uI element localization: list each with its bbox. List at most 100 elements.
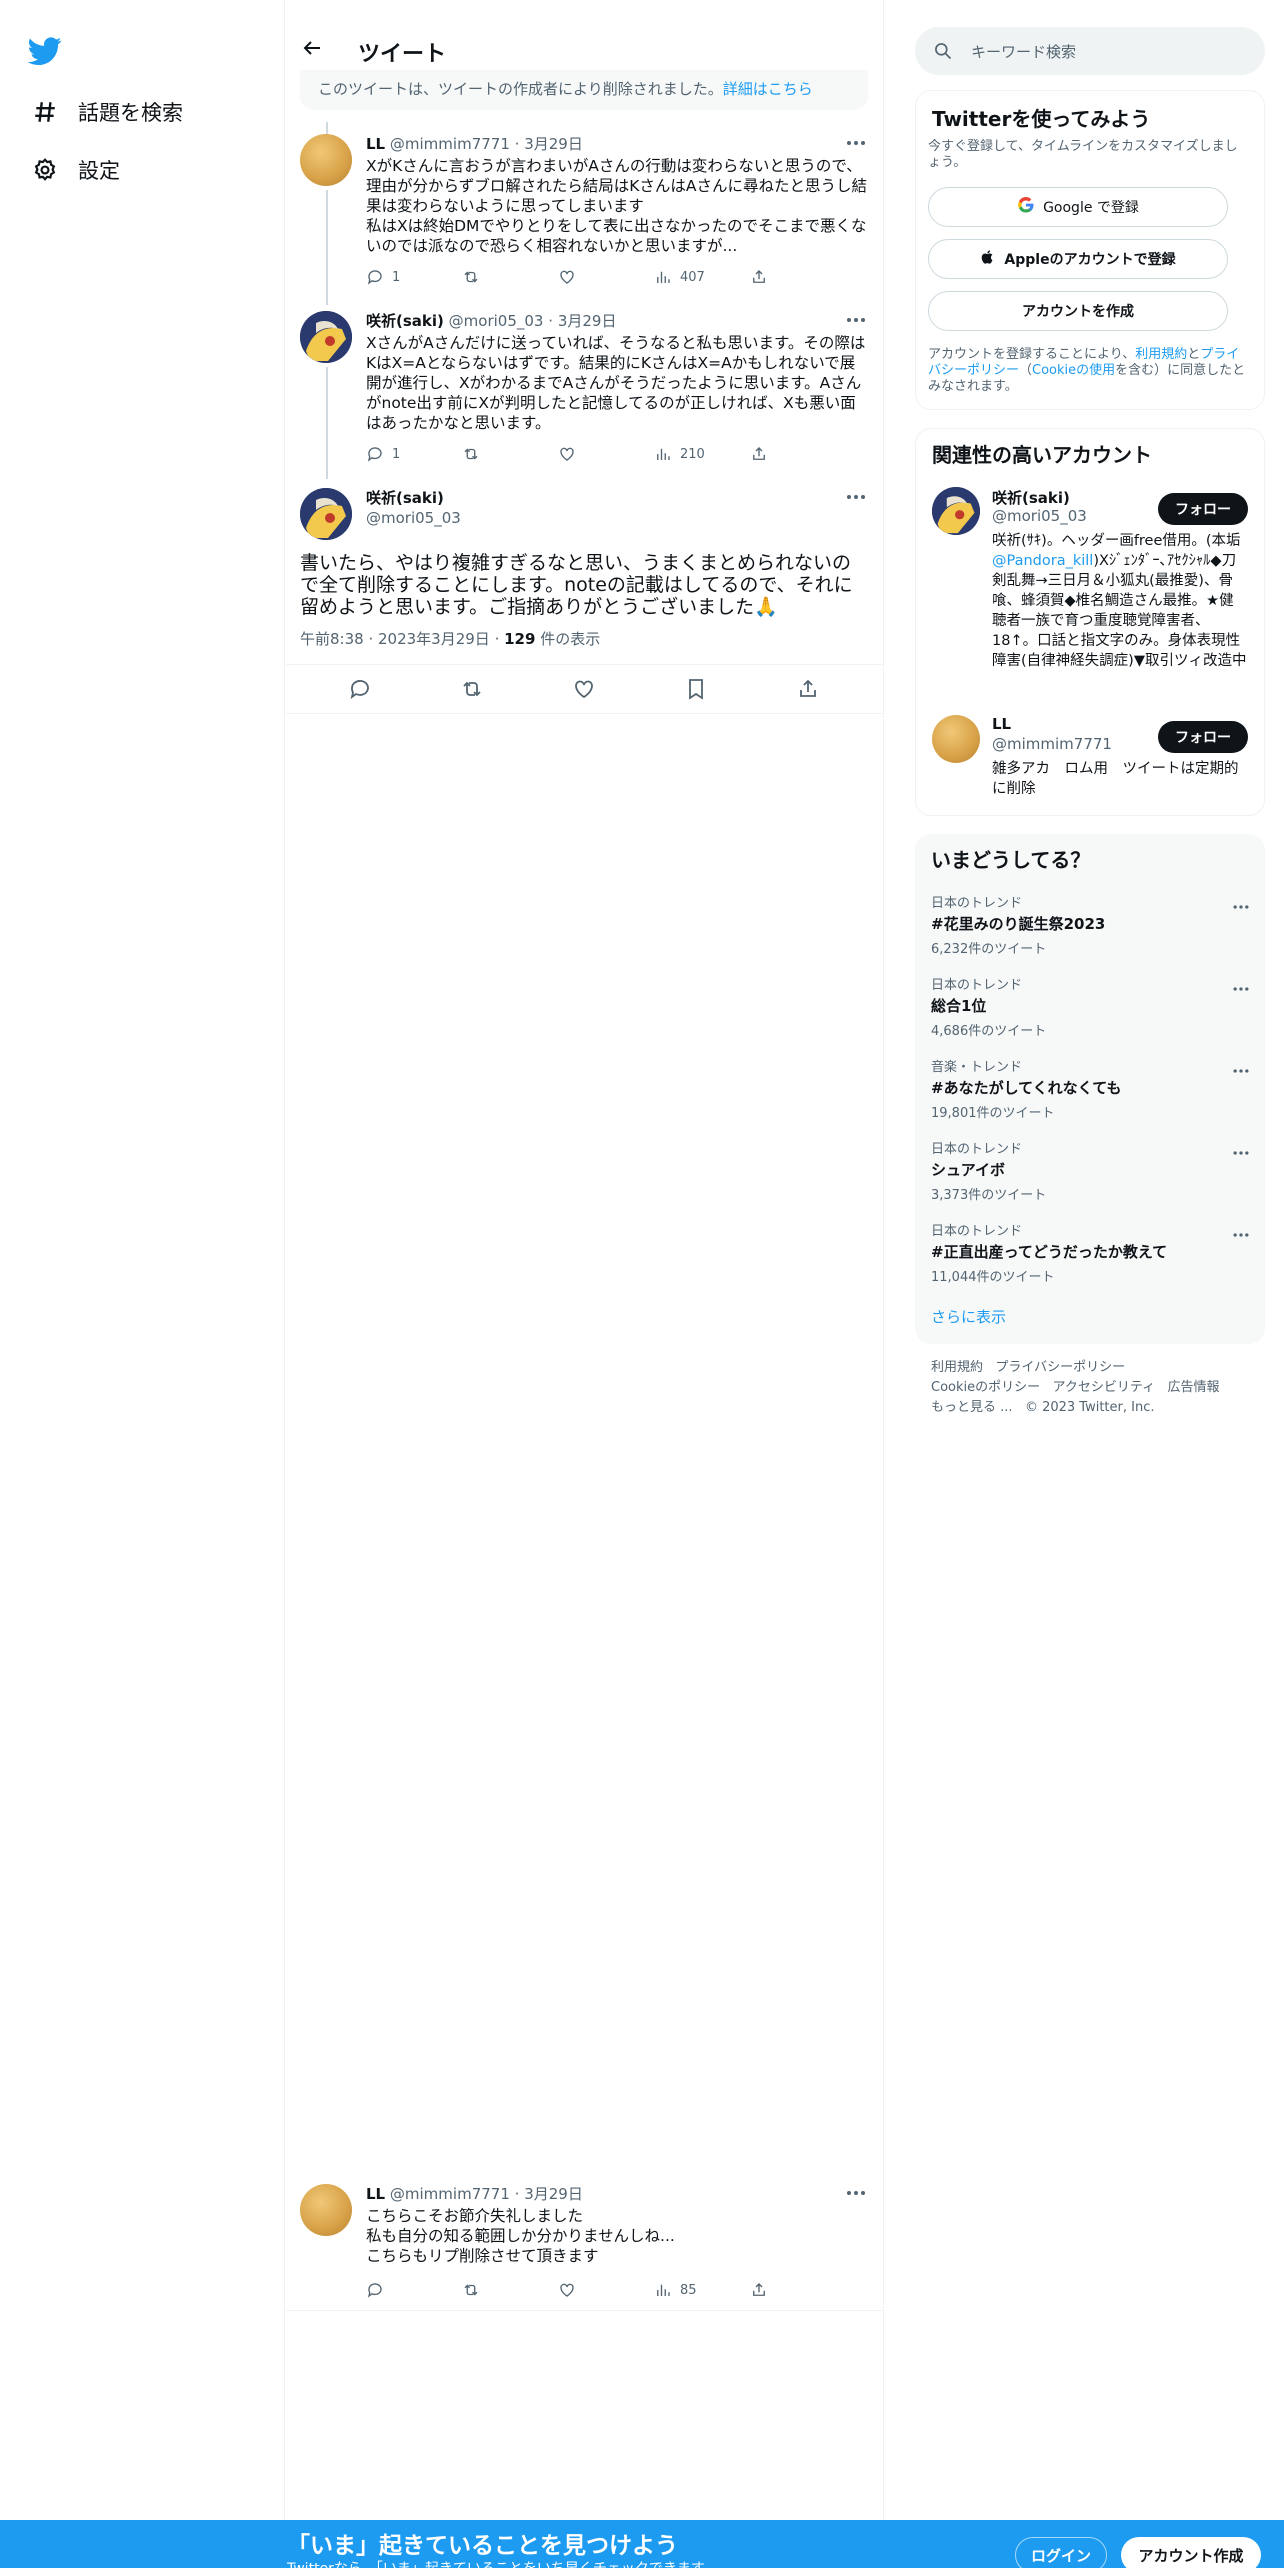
show-more-link[interactable]: さらに表示 [931, 1306, 1006, 1327]
views-button[interactable]: 210 [654, 442, 705, 466]
reply-button[interactable]: 1 [366, 442, 400, 466]
author-handle[interactable]: @mori05_03 [366, 508, 870, 528]
search-box[interactable]: キーワード検索 [915, 27, 1265, 75]
account-name[interactable]: LL [992, 715, 1011, 733]
author-name[interactable]: 咲祈(saki) [366, 312, 444, 330]
share-button[interactable] [750, 2278, 768, 2302]
cookie-link[interactable]: Cookieの使用 [1032, 363, 1115, 378]
author-handle[interactable]: @mimmim7771 [390, 2185, 510, 2203]
author-name[interactable]: LL [366, 2185, 385, 2203]
footer-privacy-link[interactable]: プライバシーポリシー [995, 1360, 1125, 1375]
more-icon[interactable] [1231, 1226, 1251, 1238]
share-icon[interactable] [796, 677, 822, 703]
footer-terms-link[interactable]: 利用規約 [931, 1360, 983, 1375]
learn-more-link[interactable]: 詳細はこちら [723, 80, 813, 98]
views-button[interactable]: 407 [654, 265, 705, 289]
bookmark-icon[interactable] [684, 677, 710, 703]
related-title: 関連性の高いアカウント [932, 443, 1152, 467]
thread-tweet[interactable]: LL @mimmim7771 · 3月29日 XがKさんに言おうが言わまいがAさ… [300, 134, 870, 294]
avatar[interactable] [932, 487, 980, 535]
share-icon [753, 270, 765, 283]
avatar[interactable] [932, 715, 980, 763]
reply-count: 1 [392, 446, 401, 462]
trend-item[interactable]: 日本のトレンド #花里みのり誕生祭2023 6,232件のツイート [931, 892, 1251, 957]
follow-button[interactable]: フォロー [1158, 493, 1248, 525]
like-button[interactable] [558, 2278, 576, 2302]
footer-ads-link[interactable]: 広告情報 [1168, 1380, 1220, 1395]
retweet-button[interactable] [462, 2278, 480, 2302]
google-signup-button[interactable]: Google で登録 [928, 187, 1228, 227]
author-handle[interactable]: @mori05_03 [449, 312, 544, 330]
author-name[interactable]: 咲祈(saki) [366, 488, 870, 508]
share-button[interactable] [750, 442, 768, 466]
create-account-button[interactable]: アカウントを作成 [928, 291, 1228, 331]
avatar[interactable] [300, 134, 352, 186]
author-handle[interactable]: @mimmim7771 [390, 135, 510, 153]
analytics-icon [657, 271, 670, 283]
footer-links: 利用規約 プライバシーポリシー Cookieのポリシー アクセシビリティ 広告情… [931, 1358, 1220, 1418]
nav-explore[interactable]: 話題を検索 [30, 90, 183, 134]
apple-signup-button[interactable]: Appleのアカウントで登録 [928, 239, 1228, 279]
views-count: 407 [680, 269, 705, 285]
more-icon[interactable] [1231, 980, 1251, 992]
retweet-icon[interactable] [460, 677, 486, 703]
like-button[interactable] [558, 265, 576, 289]
signup-button[interactable]: アカウント作成 [1121, 2537, 1261, 2568]
author-name[interactable]: LL [366, 135, 385, 153]
avatar[interactable] [300, 488, 352, 540]
reply-button[interactable]: 1 [366, 265, 400, 289]
tweet-date[interactable]: 3月29日 [558, 312, 617, 330]
account-name[interactable]: 咲祈(saki) [992, 487, 1070, 508]
avatar[interactable] [300, 311, 352, 363]
more-icon[interactable] [844, 311, 870, 331]
views-count: 129 [504, 630, 536, 648]
footer-accessibility-link[interactable]: アクセシビリティ [1053, 1380, 1156, 1395]
share-button[interactable] [750, 265, 768, 289]
terms-link[interactable]: 利用規約 [1135, 347, 1187, 362]
main-tweet-actions [286, 664, 884, 714]
more-icon[interactable] [844, 488, 870, 508]
account-handle[interactable]: @mimmim7771 [992, 735, 1112, 753]
tweet-time[interactable]: 午前8:38 [300, 630, 364, 648]
legal-and: と [1187, 347, 1201, 362]
trend-item[interactable]: 日本のトレンド 総合1位 4,686件のツイート [931, 974, 1251, 1039]
more-icon[interactable] [1231, 898, 1251, 910]
tweet-date[interactable]: 3月29日 [524, 135, 583, 153]
avatar[interactable] [300, 2184, 352, 2236]
nav-settings[interactable]: 設定 [30, 148, 120, 192]
tweet-text: XがKさんに言おうが言わまいがAさんの行動は変わらないと思うので、理由が分からず… [366, 157, 867, 255]
follow-button[interactable]: フォロー [1158, 721, 1248, 753]
reply-icon[interactable] [348, 677, 374, 703]
more-icon[interactable] [844, 2184, 870, 2204]
login-button[interactable]: ログイン [1015, 2537, 1107, 2568]
account-handle[interactable]: @mori05_03 [992, 507, 1087, 525]
back-arrow-icon[interactable] [300, 36, 326, 62]
views-button[interactable]: 85 [654, 2278, 697, 2302]
more-icon[interactable] [1231, 1144, 1251, 1156]
footer-cookie-link[interactable]: Cookieのポリシー [931, 1380, 1040, 1395]
search-input[interactable]: キーワード検索 [971, 41, 1076, 62]
trend-count: 3,373件のツイート [931, 1188, 1047, 1203]
footer-more-link[interactable]: もっと見る ... [931, 1400, 1013, 1415]
reply-tweet[interactable]: LL @mimmim7771 · 3月29日 こちらこそお節介失礼しました 私も… [300, 2184, 870, 2314]
like-button[interactable] [558, 442, 576, 466]
trend-item[interactable]: 日本のトレンド シュアイボ 3,373件のツイート [931, 1138, 1251, 1203]
bottom-bar-subtitle: Twitterなら、「いま」起きていることをいち早くチェックできます。 [287, 2558, 718, 2568]
twitter-logo-icon[interactable] [27, 34, 62, 68]
tweet-body: LL @mimmim7771 · 3月29日 こちらこそお節介失礼しました 私も… [366, 2184, 870, 2266]
bottom-bar-title: 「いま」起きていることを見つけよう [287, 2533, 678, 2559]
tweet-meta: 午前8:38 · 2023年3月29日 · 129 件の表示 [300, 630, 601, 648]
retweet-button[interactable] [462, 442, 480, 466]
trends-card: いまどうしてる？ 日本のトレンド #花里みのり誕生祭2023 6,232件のツイ… [915, 834, 1265, 1344]
reply-button[interactable] [366, 2278, 384, 2302]
trend-item[interactable]: 日本のトレンド #正直出産ってどうだったか教えて 11,044件のツイート [931, 1220, 1251, 1285]
bio-mention-link[interactable]: @Pandora_kill [992, 553, 1093, 569]
more-icon[interactable] [1231, 1062, 1251, 1074]
trend-item[interactable]: 音楽・トレンド #あなたがしてくれなくても 19,801件のツイート [931, 1056, 1251, 1121]
tweet-full-date[interactable]: 2023年3月29日 [378, 630, 490, 648]
tweet-date[interactable]: 3月29日 [524, 2185, 583, 2203]
more-icon[interactable] [844, 134, 870, 154]
heart-icon[interactable] [572, 677, 598, 703]
retweet-button[interactable] [462, 265, 480, 289]
thread-tweet[interactable]: 咲祈(saki) @mori05_03 · 3月29日 XさんがAさんだけに送っ… [300, 311, 870, 471]
